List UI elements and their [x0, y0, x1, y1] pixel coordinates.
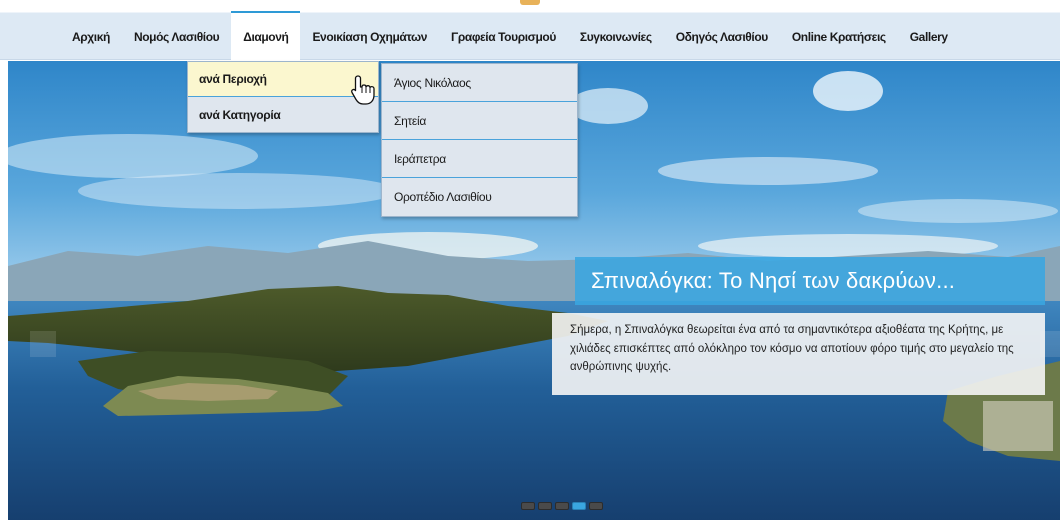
slide-caption-description: Σήμερα, η Σπιναλόγκα θεωρείται ένα από τ… [552, 313, 1045, 395]
pager-dot-1[interactable] [521, 502, 535, 510]
submenu-item-agios-nikolaos[interactable]: Άγιος Νικόλαος [382, 64, 577, 102]
nav-item-lasithi-prefecture[interactable]: Νομός Λασιθίου [122, 13, 231, 60]
slide-caption-title[interactable]: Σπιναλόγκα: Το Νησί των δακρύων... [575, 257, 1045, 305]
nav-item-transport[interactable]: Συγκοινωνίες [568, 13, 664, 60]
pager-dot-5[interactable] [589, 502, 603, 510]
pager-dot-2[interactable] [538, 502, 552, 510]
submenu-item-ierapetra[interactable]: Ιεράπετρα [382, 140, 577, 178]
nav-item-gallery[interactable]: Gallery [898, 13, 960, 60]
pager-dot-3[interactable] [555, 502, 569, 510]
slider-pagination [521, 502, 603, 510]
submenu-item-lasithi-plateau[interactable]: Οροπέδιο Λασιθίου [382, 178, 577, 216]
nav-item-accommodation[interactable]: Διαμονή [231, 11, 301, 60]
nav-menu: Αρχική Νομός Λασιθίου Διαμονή Ενοικίαση … [60, 11, 960, 60]
area-submenu: Άγιος Νικόλαος Σητεία Ιεράπετρα Οροπέδιο… [381, 63, 578, 217]
submenu-item-siteia[interactable]: Σητεία [382, 102, 577, 140]
nav-item-vehicle-rental[interactable]: Ενοικίαση Οχημάτων [300, 13, 439, 60]
nav-item-home[interactable]: Αρχική [60, 13, 122, 60]
logo-accent [520, 0, 540, 5]
slider-prev-arrow[interactable] [30, 331, 56, 357]
nav-item-online-booking[interactable]: Online Κρατήσεις [780, 13, 898, 60]
nav-item-tourism-offices[interactable]: Γραφεία Τουρισμού [439, 13, 568, 60]
nav-item-lasithi-guide[interactable]: Οδηγός Λασιθίου [664, 13, 780, 60]
hand-pointer-icon [351, 75, 375, 105]
main-navbar: Αρχική Νομός Λασιθίου Διαμονή Ενοικίαση … [0, 0, 1060, 60]
pager-dot-4[interactable] [572, 502, 586, 510]
